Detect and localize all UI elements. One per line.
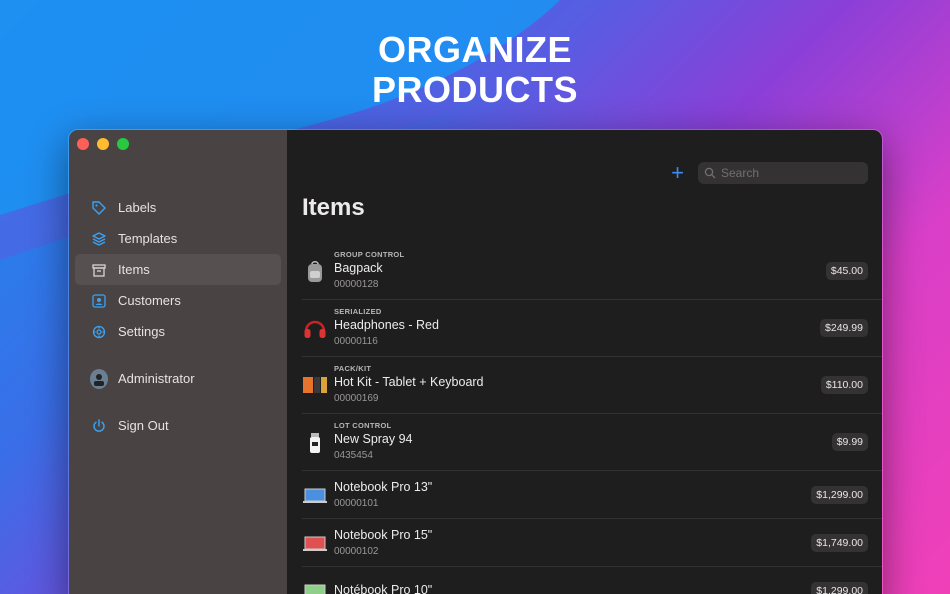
sidebar-item-label: Settings xyxy=(118,324,165,339)
sidebar-item-administrator[interactable]: Administrator xyxy=(75,363,281,394)
laptop-red-icon xyxy=(302,528,328,558)
list-item[interactable]: PACK/KIT Hot Kit - Tablet + Keyboard 000… xyxy=(302,357,882,414)
archive-box-icon xyxy=(90,261,108,279)
window-controls xyxy=(77,138,129,150)
item-price: $1,749.00 xyxy=(811,533,868,552)
sidebar-item-customers[interactable]: Customers xyxy=(75,285,281,316)
item-code: 00000101 xyxy=(334,497,379,509)
item-category: SERIALIZED xyxy=(334,307,382,316)
tag-icon xyxy=(90,199,108,217)
tablet-kit-icon xyxy=(302,370,328,400)
item-name: Notebook Pro 15" xyxy=(334,527,433,542)
item-code: 00000128 xyxy=(334,279,379,290)
item-price: $45.00 xyxy=(825,262,868,280)
app-window: Labels Templates Items Customers Setting… xyxy=(68,129,883,594)
close-button[interactable] xyxy=(77,138,89,150)
sidebar-item-label: Items xyxy=(118,262,150,277)
item-price: $1,299.00 xyxy=(811,581,868,594)
sidebar-item-templates[interactable]: Templates xyxy=(75,223,281,254)
items-list: GROUP CONTROL Bagpack 00000128 $45.00 SE… xyxy=(302,243,882,594)
sign-out-button[interactable]: Sign Out xyxy=(75,410,281,441)
sidebar-item-label: Customers xyxy=(118,293,181,308)
sidebar-item-label: Labels xyxy=(118,200,157,215)
item-price: $1,299.00 xyxy=(811,485,868,504)
list-item[interactable]: Notébook Pro 10" $1,299.00 xyxy=(302,567,882,594)
person-card-icon xyxy=(90,292,108,310)
item-code: 00000116 xyxy=(334,336,378,347)
item-category: GROUP CONTROL xyxy=(334,250,405,259)
list-item[interactable]: Notebook Pro 15" 00000102 $1,749.00 xyxy=(302,519,882,567)
item-name: Notébook Pro 10" xyxy=(334,583,433,594)
power-icon xyxy=(90,417,108,435)
page-title: Items xyxy=(302,194,365,221)
item-name: Notebook Pro 13" xyxy=(334,479,433,494)
item-code: 00000169 xyxy=(334,393,379,404)
sidebar-item-items[interactable]: Items xyxy=(75,254,281,285)
headline: ORGANIZE PRODUCTS xyxy=(0,30,950,110)
item-price: $249.99 xyxy=(820,319,868,337)
sidebar: Labels Templates Items Customers Setting… xyxy=(69,130,287,594)
sign-out-label: Sign Out xyxy=(118,418,169,433)
add-item-button[interactable]: + xyxy=(671,162,684,184)
sidebar-item-settings[interactable]: Settings xyxy=(75,316,281,347)
item-name: New Spray 94 xyxy=(334,432,413,446)
sidebar-item-labels[interactable]: Labels xyxy=(75,192,281,223)
main-content: + Search Items GROUP CONTROL Bagpack 000… xyxy=(287,130,882,594)
headphones-icon xyxy=(302,313,328,343)
headline-line-2: PRODUCTS xyxy=(371,69,578,110)
item-price: $9.99 xyxy=(831,433,868,451)
sidebar-item-label: Templates xyxy=(118,231,178,246)
spray-can-icon xyxy=(302,427,328,457)
search-placeholder: Search xyxy=(721,166,760,180)
item-code: 00000102 xyxy=(334,545,379,557)
list-item[interactable]: Notebook Pro 13" 00000101 $1,299.00 xyxy=(302,471,882,519)
toolbar: + Search xyxy=(671,162,868,184)
laptop-green-icon xyxy=(302,576,328,594)
item-category: LOT CONTROL xyxy=(334,421,392,430)
item-code: 0435454 xyxy=(334,450,373,461)
account-label: Administrator xyxy=(118,371,195,386)
backpack-icon xyxy=(302,256,328,286)
item-price: $110.00 xyxy=(820,376,868,394)
zoom-button[interactable] xyxy=(117,138,129,150)
minimize-button[interactable] xyxy=(97,138,109,150)
item-category: PACK/KIT xyxy=(334,364,372,373)
gear-icon xyxy=(90,323,108,341)
list-item[interactable]: LOT CONTROL New Spray 94 0435454 $9.99 xyxy=(302,414,882,471)
list-item[interactable]: GROUP CONTROL Bagpack 00000128 $45.00 xyxy=(302,243,882,300)
avatar-icon xyxy=(90,368,108,389)
search-input[interactable]: Search xyxy=(698,162,868,184)
layers-icon xyxy=(90,230,108,248)
sidebar-nav: Labels Templates Items Customers Setting… xyxy=(69,192,287,441)
item-name: Hot Kit - Tablet + Keyboard xyxy=(334,375,484,389)
list-item[interactable]: SERIALIZED Headphones - Red 00000116 $24… xyxy=(302,300,882,357)
headline-line-1: ORGANIZE xyxy=(377,29,572,70)
item-name: Headphones - Red xyxy=(334,318,439,332)
item-name: Bagpack xyxy=(334,261,383,275)
search-icon xyxy=(704,167,716,179)
laptop-blue-icon xyxy=(302,480,328,510)
